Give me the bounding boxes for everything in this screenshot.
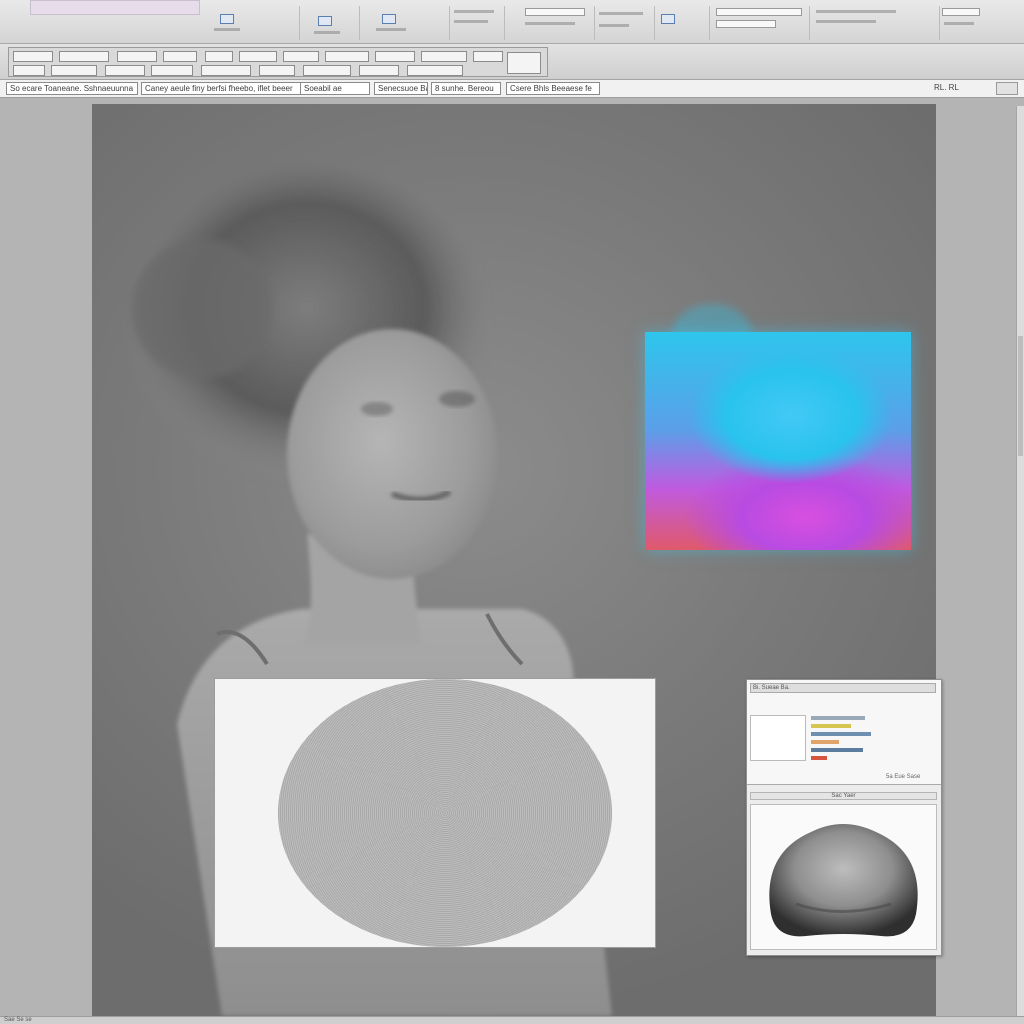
preview-top-pane: Bi. Sueae Ba. 5a Eue Sase (747, 680, 941, 785)
toolbar-button[interactable] (201, 65, 251, 76)
toolbar-button[interactable] (51, 65, 97, 76)
toolbar-button[interactable] (375, 51, 415, 62)
ribbon-tool-icon[interactable] (382, 14, 396, 24)
preview-list[interactable] (750, 715, 806, 761)
preview-blob-image (769, 824, 918, 937)
disc-panel[interactable] (214, 678, 656, 948)
toolbar-button[interactable] (325, 51, 369, 62)
ribbon-field[interactable] (525, 8, 585, 16)
toolbar-button[interactable] (259, 65, 295, 76)
toolbar-button-icon[interactable] (507, 52, 541, 74)
toolbar-button[interactable] (303, 65, 351, 76)
info-field-5[interactable]: 8 sunhe. Bereou (431, 82, 501, 95)
ribbon-group-1 (200, 6, 300, 40)
toolbar-button[interactable] (59, 51, 109, 62)
document-tab[interactable] (30, 0, 200, 15)
preview-window[interactable]: Bi. Sueae Ba. 5a Eue Sase Sac Yaer (746, 679, 942, 956)
ribbon-group-7 (655, 6, 710, 40)
ribbon-group-3 (360, 6, 450, 40)
info-field-4[interactable]: Senecsuoe Barasue (374, 82, 428, 95)
ribbon-label (214, 28, 240, 31)
eye-left (361, 402, 393, 416)
ribbon-group-5 (505, 6, 595, 40)
toolbar-button[interactable] (13, 51, 53, 62)
scrollbar-thumb[interactable] (1018, 336, 1023, 456)
info-row: So ecare Toaneane. Sshnaeuunna Caney aeu… (0, 80, 1024, 98)
ribbon-label (816, 10, 896, 13)
vertical-scrollbar[interactable] (1016, 106, 1024, 1016)
preview-bar (811, 740, 839, 744)
ribbon-label (454, 10, 494, 13)
ribbon-label (944, 22, 974, 25)
ribbon-tool-icon[interactable] (220, 14, 234, 24)
preview-title: Bi. Sueae Ba. (750, 683, 936, 693)
toolbar-button[interactable] (151, 65, 193, 76)
toolbar-button[interactable] (117, 51, 157, 62)
preview-bar (811, 732, 871, 736)
info-field-6[interactable]: Csere Bhls Beeaese fe (506, 82, 600, 95)
ribbon-label (816, 20, 876, 23)
ribbon-group-8 (710, 6, 810, 40)
preview-bar (811, 756, 827, 760)
preview-subheader: Sac Yaer (750, 792, 937, 800)
textured-disc (278, 679, 612, 947)
ribbon-field[interactable] (716, 20, 776, 28)
ribbon-group-10 (940, 6, 1024, 40)
ribbon-field[interactable] (942, 8, 980, 16)
status-bar: Sae Se se (0, 1016, 1024, 1024)
info-row-button[interactable] (996, 82, 1018, 95)
tool-strip (8, 47, 548, 77)
ribbon-tool-icon[interactable] (661, 14, 675, 24)
toolbar (0, 44, 1024, 80)
preview-bar (811, 724, 851, 728)
toolbar-button[interactable] (163, 51, 197, 62)
status-text: Sae Se se (4, 1017, 32, 1023)
ribbon-group-2 (300, 6, 360, 40)
ribbon-label (525, 22, 575, 25)
toolbar-button[interactable] (105, 65, 145, 76)
preview-image-pane (750, 804, 937, 950)
ribbon-label (599, 12, 643, 15)
info-field-1[interactable]: So ecare Toaneane. Sshnaeuunna (6, 82, 138, 95)
toolbar-button[interactable] (13, 65, 45, 76)
ribbon-tool-icon[interactable] (318, 16, 332, 26)
ribbon-group-6 (595, 6, 655, 40)
ribbon-group-4 (450, 6, 505, 40)
toolbar-button[interactable] (283, 51, 319, 62)
toolbar-button[interactable] (359, 65, 399, 76)
preview-bar (811, 716, 865, 720)
ribbon-label (599, 24, 629, 27)
toolbar-button[interactable] (407, 65, 463, 76)
ribbon-label (454, 20, 488, 23)
info-field-3[interactable]: Soeabil ae (300, 82, 370, 95)
ribbon-field[interactable] (716, 8, 802, 16)
face (287, 329, 497, 579)
preview-status: 5a Eue Sase (886, 774, 921, 780)
toolbar-button[interactable] (239, 51, 277, 62)
ribbon-label (314, 31, 340, 34)
toolbar-button[interactable] (473, 51, 503, 62)
zoom-level: RL. RL (934, 83, 959, 92)
ribbon-label (376, 28, 406, 31)
hair-curl (132, 239, 272, 379)
color-gradient-patch[interactable] (645, 332, 911, 550)
ribbon-group-9 (810, 6, 940, 40)
ribbon (0, 0, 1024, 44)
preview-bar (811, 748, 863, 752)
toolbar-button[interactable] (205, 51, 233, 62)
eye-right (439, 391, 475, 407)
toolbar-button[interactable] (421, 51, 467, 62)
